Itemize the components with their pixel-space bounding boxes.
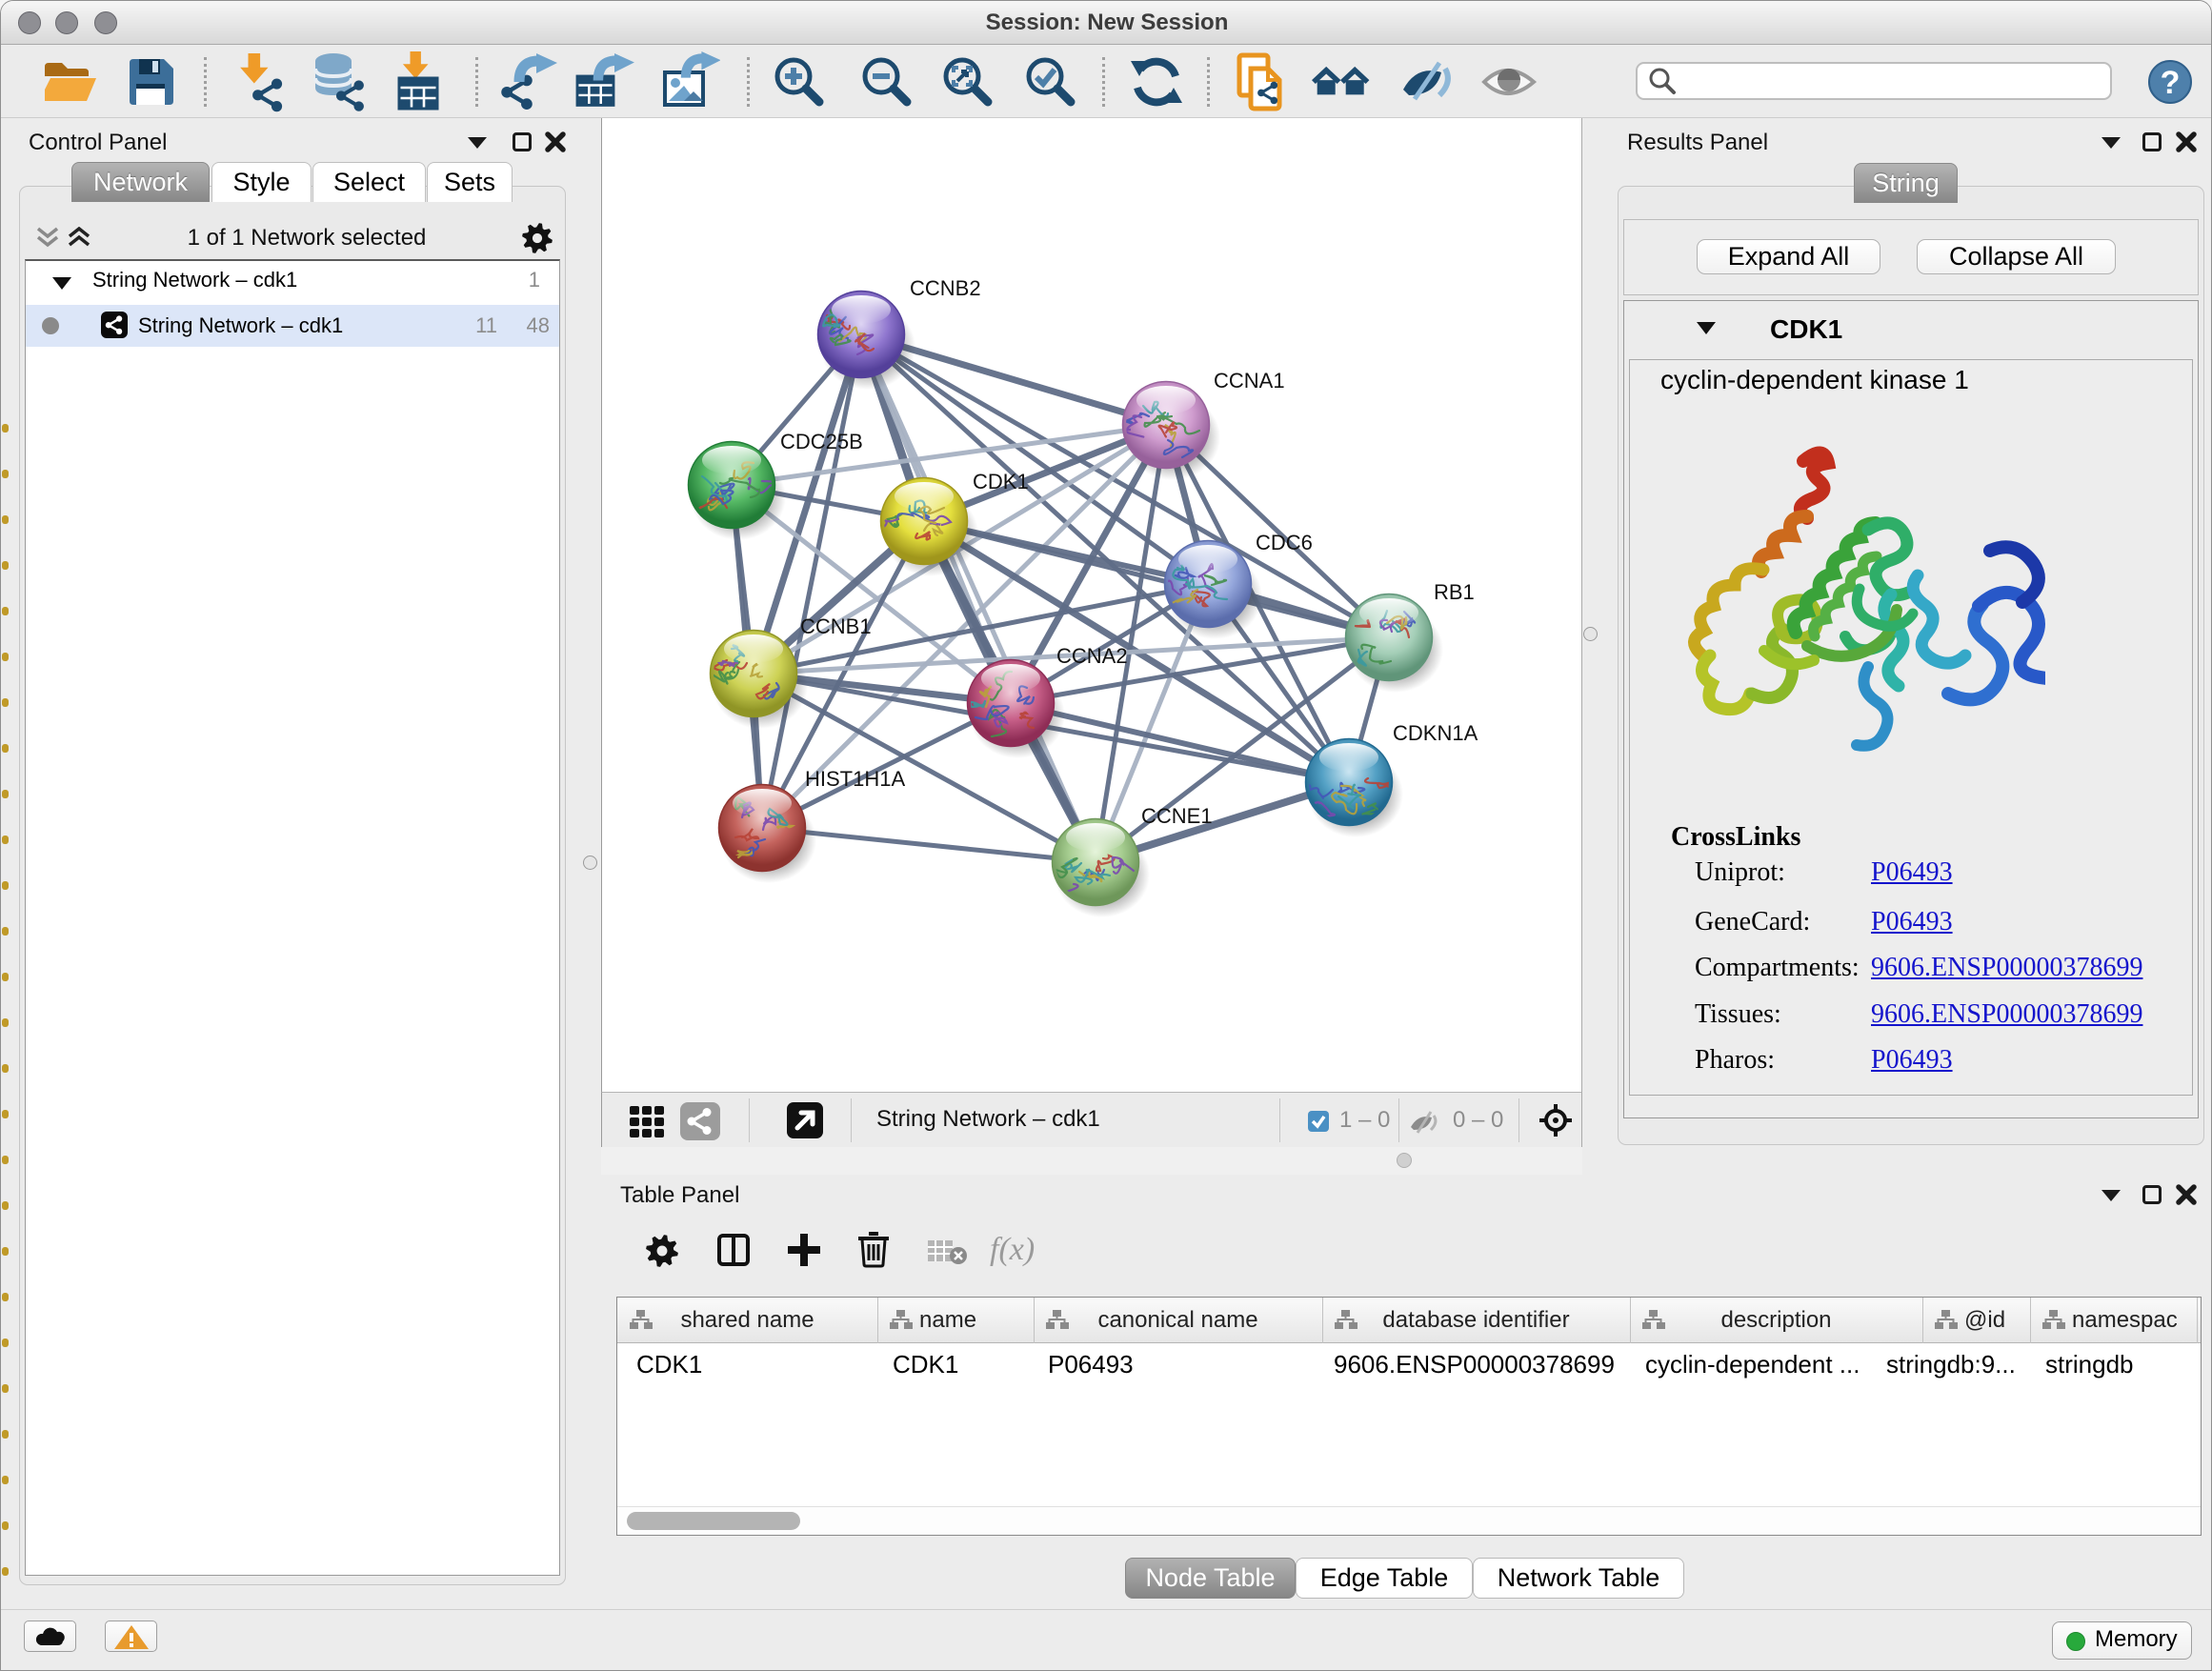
svg-text:CCNA2: CCNA2 [1056, 644, 1128, 668]
svg-text:CDC25B: CDC25B [780, 430, 863, 453]
svg-text:CDK1: CDK1 [973, 470, 1029, 493]
svg-text:RB1: RB1 [1434, 580, 1475, 604]
svg-text:CCNE1: CCNE1 [1141, 804, 1213, 828]
svg-text:CCNB1: CCNB1 [800, 614, 872, 638]
svg-text:CDC6: CDC6 [1256, 531, 1313, 554]
svg-text:HIST1H1A: HIST1H1A [805, 767, 905, 791]
svg-text:CCNA1: CCNA1 [1214, 369, 1285, 393]
svg-text:CDKN1A: CDKN1A [1393, 721, 1478, 745]
svg-text:CCNB2: CCNB2 [910, 276, 981, 300]
